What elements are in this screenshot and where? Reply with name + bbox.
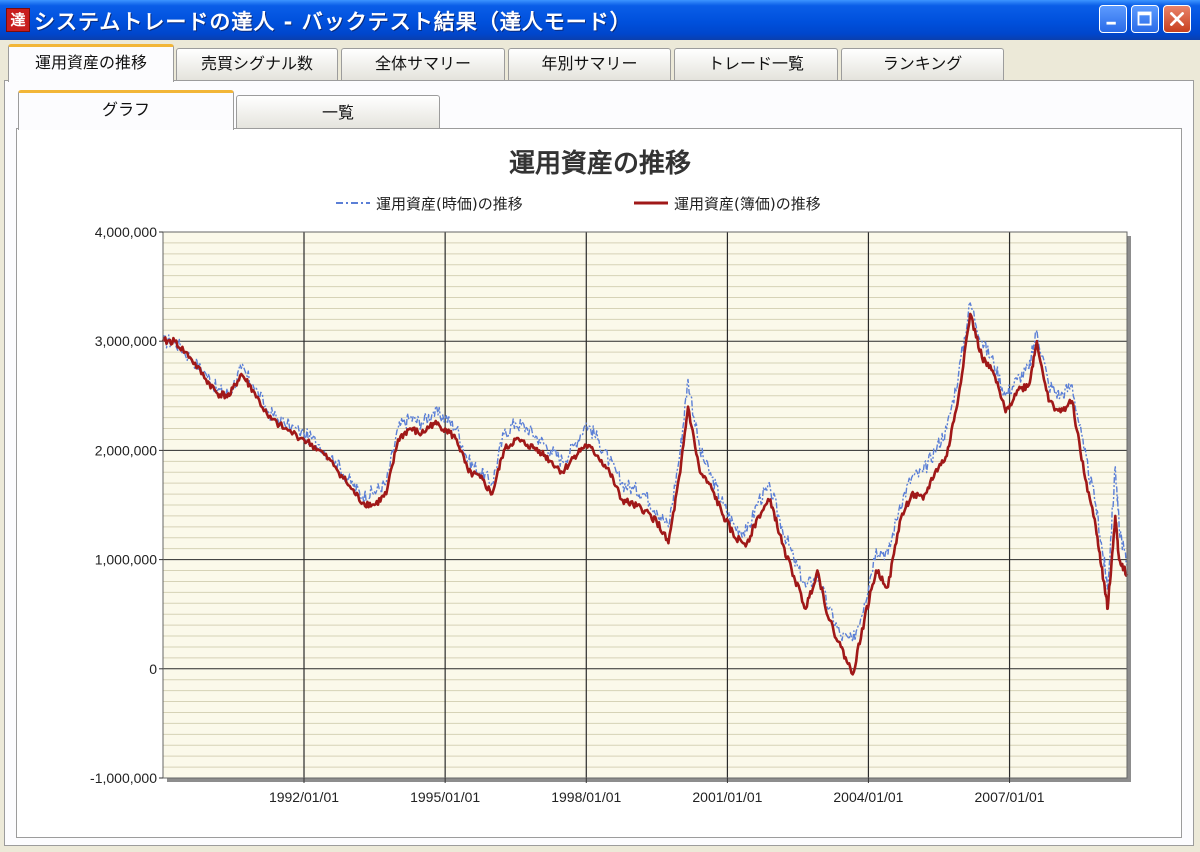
subtab-list[interactable]: 一覧 (236, 95, 440, 129)
x-tick-label: 2001/01/01 (692, 789, 762, 805)
x-tick-label: 1995/01/01 (410, 789, 480, 805)
tab-overall-summary[interactable]: 全体サマリー (341, 48, 505, 80)
y-tick-label: 4,000,000 (95, 224, 157, 240)
close-button[interactable] (1163, 5, 1191, 33)
x-tick-label: 2007/01/01 (975, 789, 1045, 805)
close-icon (1170, 12, 1184, 26)
tab-signal-count[interactable]: 売買シグナル数 (176, 48, 338, 80)
tab-yearly-summary[interactable]: 年別サマリー (508, 48, 671, 80)
tab-ranking[interactable]: ランキング (841, 48, 1004, 80)
x-tick-label: 2004/01/01 (833, 789, 903, 805)
y-tick-label: 0 (149, 661, 157, 677)
minimize-icon (1106, 21, 1116, 25)
y-tick-label: -1,000,000 (90, 770, 157, 786)
chart-title: 運用資産の推移 (509, 148, 691, 179)
tab-asset-trend[interactable]: 運用資産の推移 (8, 44, 174, 82)
asset-trend-chart: 運用資産の推移 運用資産(時価)の推移 運用資産(簿価)の推移 -1,000,0… (90, 148, 1131, 805)
app-logo-icon: 達 (6, 8, 30, 32)
legend-book-value: 運用資産(簿価)の推移 (674, 195, 821, 213)
chart-legend: 運用資産(時価)の推移 運用資産(簿価)の推移 (336, 195, 821, 213)
x-tick-label: 1998/01/01 (551, 789, 621, 805)
minimize-button[interactable] (1099, 5, 1127, 33)
y-tick-label: 3,000,000 (95, 333, 157, 349)
maximize-icon (1137, 11, 1152, 26)
x-axis-labels: 1992/01/01 1995/01/01 1998/01/01 2001/01/01… (269, 778, 1045, 805)
window-title: システムトレードの達人 - バックテスト結果（達人モード） (34, 10, 632, 34)
x-tick-label: 1992/01/01 (269, 789, 339, 805)
main-tab-bar: 運用資産の推移 売買シグナル数 全体サマリー 年別サマリー トレード一覧 ランキ… (0, 40, 1200, 84)
y-tick-label: 1,000,000 (95, 552, 157, 568)
subtab-graph[interactable]: グラフ (18, 90, 234, 130)
y-tick-label: 2,000,000 (95, 442, 157, 458)
y-axis-labels: -1,000,000 0 1,000,000 2,000,000 3,000,000 4,… (90, 224, 163, 786)
title-bar[interactable]: 達 システムトレードの達人 - バックテスト結果（達人モード） (0, 0, 1200, 40)
legend-market-value: 運用資産(時価)の推移 (376, 195, 523, 213)
maximize-button[interactable] (1131, 5, 1159, 33)
app-window: 達 システムトレードの達人 - バックテスト結果（達人モード） 運用資産の推移 … (0, 0, 1200, 852)
tab-trade-list[interactable]: トレード一覧 (674, 48, 838, 80)
